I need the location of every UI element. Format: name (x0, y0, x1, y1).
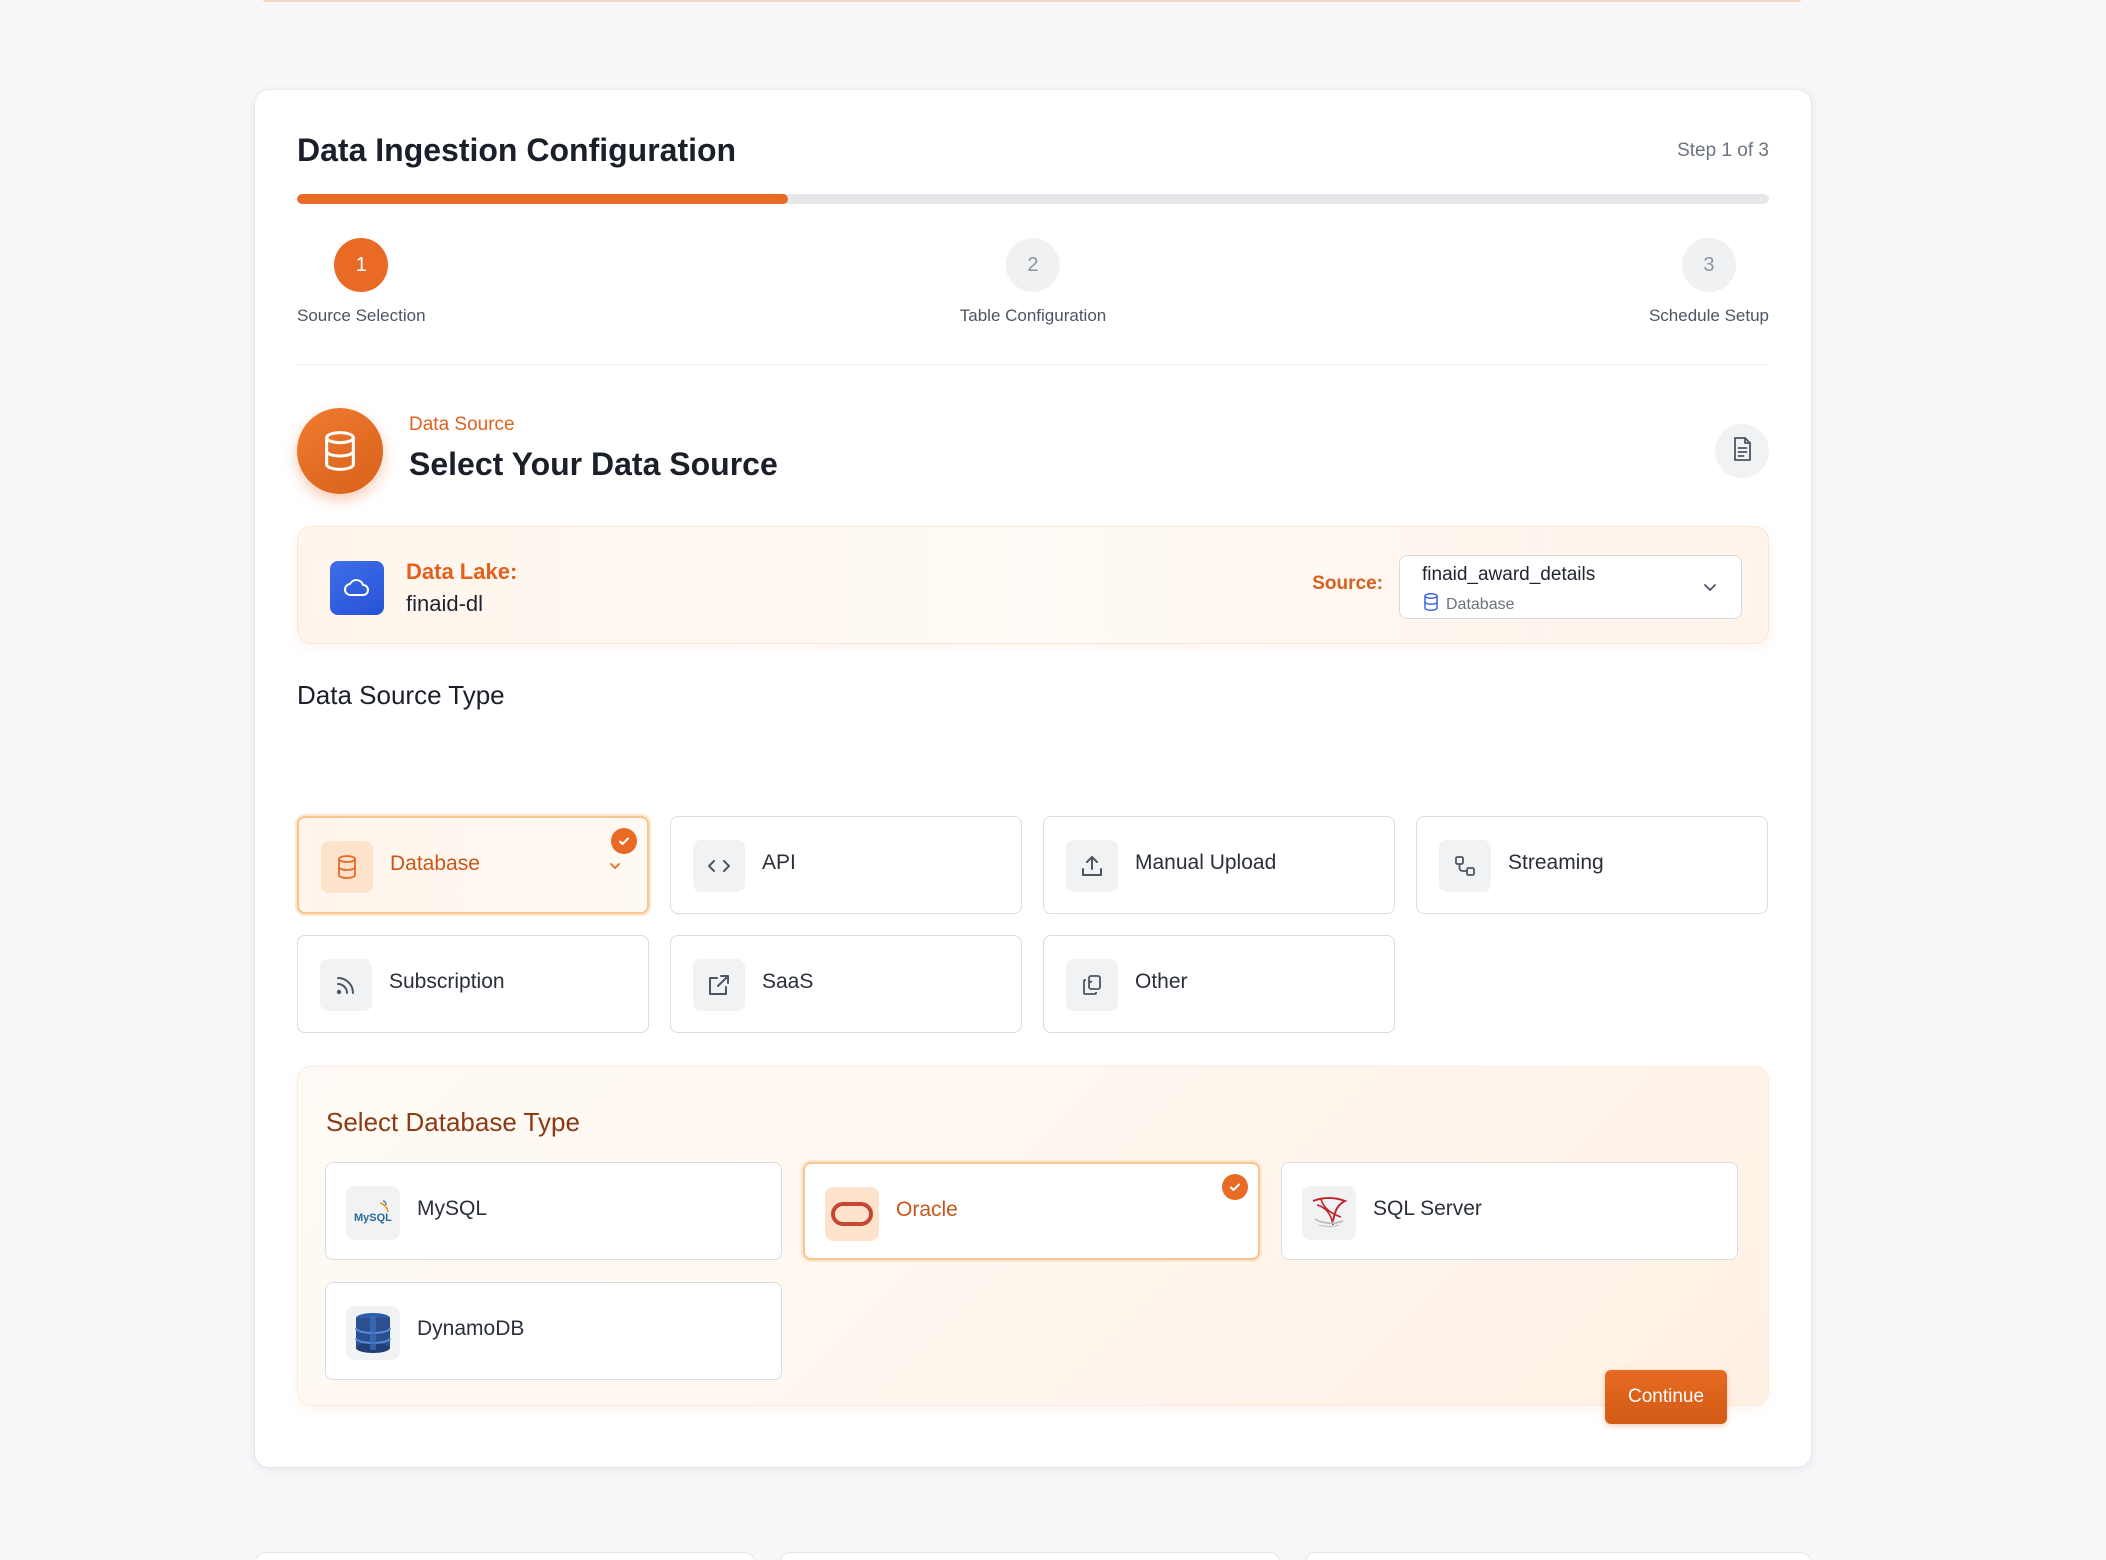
database-type-panel: Select Database Type MySQL MySQL Oracle (297, 1066, 1769, 1406)
source-type-label: Database (1446, 595, 1515, 613)
source-select-type: Database (1422, 592, 1515, 617)
source-type-label: Manual Upload (1135, 851, 1277, 874)
step-counter: Step 1 of 3 (1677, 140, 1769, 161)
source-type-label: API (762, 851, 796, 874)
document-button[interactable] (1715, 424, 1769, 478)
copy-icon (1066, 959, 1118, 1011)
mysql-logo-icon: MySQL (346, 1186, 400, 1240)
source-label: Source: (1312, 573, 1383, 594)
source-type-streaming[interactable]: Streaming (1416, 816, 1768, 914)
streaming-icon (1439, 840, 1491, 892)
top-accent-strip (262, 0, 1802, 2)
source-type-manual-upload[interactable]: Manual Upload (1043, 816, 1395, 914)
section-title: Select Your Data Source (409, 446, 778, 482)
cloud-icon (330, 561, 384, 615)
database-icon (297, 408, 383, 494)
source-type-other[interactable]: Other (1043, 935, 1395, 1033)
step-label: Source Selection (297, 306, 426, 325)
data-lake-value: finaid-dl (406, 591, 484, 616)
divider (297, 364, 1769, 365)
external-link-icon (693, 959, 745, 1011)
sql-server-logo-icon (1302, 1186, 1356, 1240)
step-table-configuration[interactable]: 2 Table Configuration (960, 238, 1106, 326)
mysql-logo-text: MySQL (354, 1212, 392, 1224)
oracle-logo-icon (825, 1187, 879, 1241)
source-type-saas[interactable]: SaaS (670, 935, 1022, 1033)
continue-button[interactable]: Continue (1605, 1370, 1727, 1424)
check-icon (611, 828, 637, 854)
db-option-label: Oracle (896, 1198, 958, 1221)
db-option-label: DynamoDB (417, 1317, 525, 1340)
ingestion-config-card: Data Ingestion Configuration Step 1 of 3… (255, 90, 1811, 1467)
database-icon (321, 841, 373, 893)
data-source-header: Data Source Select Your Data Source (297, 408, 1769, 498)
data-lake-label: Data Lake: (406, 559, 518, 584)
db-option-sql-server[interactable]: SQL Server (1281, 1162, 1738, 1260)
db-option-label: SQL Server (1373, 1197, 1482, 1220)
source-type-database[interactable]: Database (297, 816, 649, 914)
rss-icon (320, 959, 372, 1011)
db-option-mysql[interactable]: MySQL MySQL (325, 1162, 782, 1260)
upload-icon (1066, 840, 1118, 892)
dynamodb-logo-icon (346, 1306, 400, 1360)
source-type-label: Streaming (1508, 851, 1604, 874)
code-icon (693, 840, 745, 892)
database-type-heading: Select Database Type (326, 1107, 580, 1137)
step-number: 3 (1681, 238, 1736, 292)
data-lake-panel: Data Lake: finaid-dl Source: finaid_awar… (297, 526, 1769, 644)
chevron-down-icon (1701, 578, 1719, 601)
step-number: 1 (334, 238, 389, 292)
step-schedule-setup[interactable]: 3 Schedule Setup (1649, 238, 1769, 326)
section-kicker: Data Source (409, 414, 515, 435)
source-type-label: Other (1135, 970, 1188, 993)
db-option-dynamodb[interactable]: DynamoDB (325, 1282, 782, 1380)
stepper: 1 Source Selection 2 Table Configuration… (297, 238, 1769, 328)
database-icon (1422, 592, 1440, 617)
step-number: 2 (1005, 238, 1060, 292)
step-label: Schedule Setup (1648, 306, 1769, 325)
source-type-subscription[interactable]: Subscription (297, 935, 649, 1033)
source-select-value: finaid_award_details (1422, 564, 1596, 585)
progress-bar (297, 194, 1769, 204)
step-label: Table Configuration (959, 306, 1107, 325)
source-type-label: Database (390, 852, 480, 875)
db-option-label: MySQL (417, 1197, 488, 1220)
step-source-selection[interactable]: 1 Source Selection (297, 238, 426, 326)
check-icon (1222, 1174, 1248, 1200)
page-title: Data Ingestion Configuration (297, 132, 737, 168)
data-source-type-heading: Data Source Type (297, 680, 505, 710)
source-type-label: SaaS (762, 970, 814, 993)
source-select[interactable]: finaid_award_details Database (1399, 555, 1742, 619)
source-type-api[interactable]: API (670, 816, 1022, 914)
chevron-down-icon (607, 858, 623, 879)
lower-card (255, 1552, 755, 1560)
document-icon (1730, 436, 1754, 467)
progress-bar-fill (297, 194, 788, 204)
source-type-label: Subscription (389, 970, 505, 993)
lower-card (780, 1552, 1280, 1560)
db-option-oracle[interactable]: Oracle (803, 1162, 1260, 1260)
lower-card (1305, 1552, 1811, 1560)
